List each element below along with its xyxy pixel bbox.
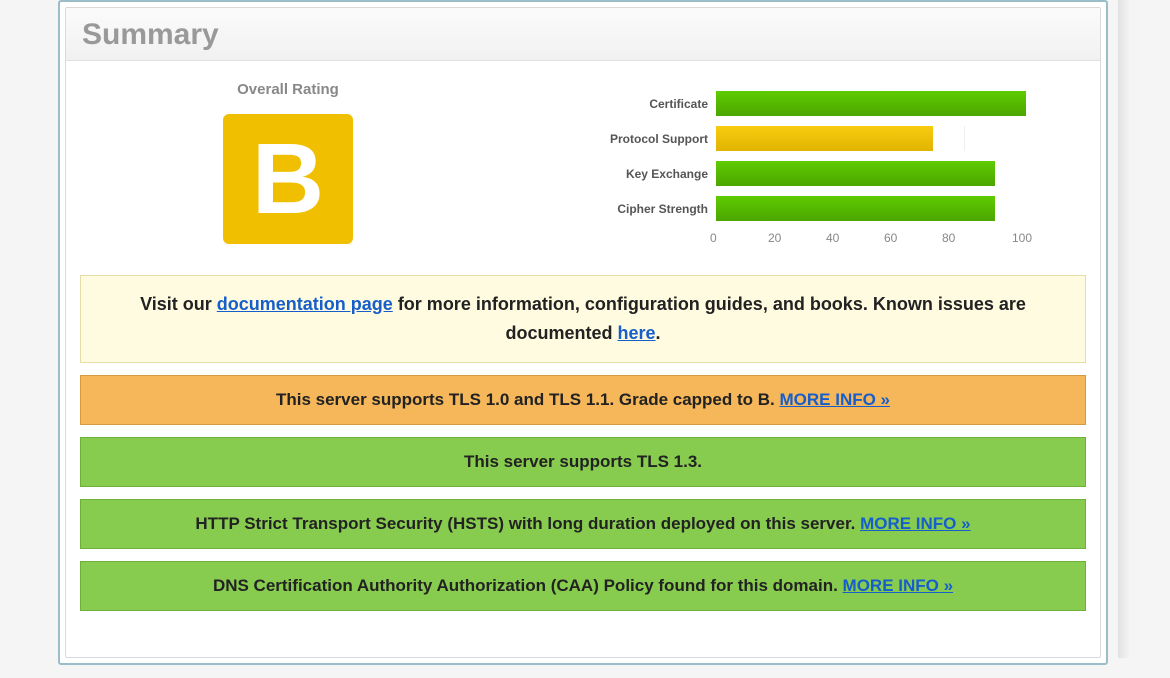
- tls13-banner: This server supports TLS 1.3.: [80, 437, 1086, 487]
- chart-row: Key Exchange: [518, 161, 1088, 186]
- chart-track: [716, 196, 1026, 221]
- score-chart: Certificate Protocol Support Key Exchange C…: [498, 81, 1088, 245]
- axis-tick: 20: [768, 231, 826, 245]
- chart-bar: [716, 161, 995, 186]
- report-inner: Summary Overall Rating B Certificate Prot…: [65, 7, 1101, 658]
- chart-row: Certificate: [518, 91, 1088, 116]
- doc-text-mid: for more information, configuration guid…: [393, 294, 1026, 343]
- section-header: Summary: [66, 8, 1100, 61]
- chart-row-label: Certificate: [518, 97, 716, 111]
- tls-old-text: This server supports TLS 1.0 and TLS 1.1…: [276, 390, 780, 409]
- documentation-link[interactable]: documentation page: [217, 294, 393, 314]
- chart-row-label: Key Exchange: [518, 167, 716, 181]
- axis-tick: 100: [1012, 231, 1032, 245]
- overall-rating: Overall Rating B: [78, 81, 498, 245]
- report-frame: Summary Overall Rating B Certificate Prot…: [58, 0, 1108, 665]
- chart-bar: [716, 196, 995, 221]
- axis-tick: 80: [942, 231, 1000, 245]
- known-issues-link[interactable]: here: [617, 323, 655, 343]
- chart-row: Cipher Strength: [518, 196, 1088, 221]
- caa-text: DNS Certification Authority Authorizatio…: [213, 576, 843, 595]
- tls-old-banner: This server supports TLS 1.0 and TLS 1.1…: [80, 375, 1086, 425]
- axis-tick: 40: [826, 231, 884, 245]
- caa-moreinfo-link[interactable]: MORE INFO »: [843, 576, 954, 595]
- summary-top: Overall Rating B Certificate Protocol Sup…: [66, 61, 1100, 245]
- axis-tick: 0: [710, 231, 768, 245]
- tls13-text: This server supports TLS 1.3.: [464, 452, 702, 471]
- doc-text-pre: Visit our: [140, 294, 217, 314]
- doc-banner: Visit our documentation page for more in…: [80, 275, 1086, 363]
- chart-track: [716, 161, 1026, 186]
- rating-label: Overall Rating: [78, 81, 498, 98]
- chart-row-label: Protocol Support: [518, 132, 716, 146]
- chart-bar: [716, 126, 933, 151]
- chart-bar: [716, 91, 1026, 116]
- banner-list: Visit our documentation page for more in…: [66, 275, 1100, 611]
- doc-text-post: .: [656, 323, 661, 343]
- page-title: Summary: [82, 18, 1084, 52]
- page-shadow: [1118, 0, 1130, 658]
- hsts-moreinfo-link[interactable]: MORE INFO »: [860, 514, 971, 533]
- hsts-text: HTTP Strict Transport Security (HSTS) wi…: [195, 514, 860, 533]
- chart-row-label: Cipher Strength: [518, 202, 716, 216]
- caa-banner: DNS Certification Authority Authorizatio…: [80, 561, 1086, 611]
- grade-badge: B: [223, 114, 353, 244]
- chart-track: [716, 91, 1026, 116]
- tls-old-moreinfo-link[interactable]: MORE INFO »: [780, 390, 891, 409]
- chart-row: Protocol Support: [518, 126, 1088, 151]
- chart-track: [716, 126, 1026, 151]
- hsts-banner: HTTP Strict Transport Security (HSTS) wi…: [80, 499, 1086, 549]
- chart-axis: 020406080100: [716, 231, 1026, 245]
- axis-tick: 60: [884, 231, 942, 245]
